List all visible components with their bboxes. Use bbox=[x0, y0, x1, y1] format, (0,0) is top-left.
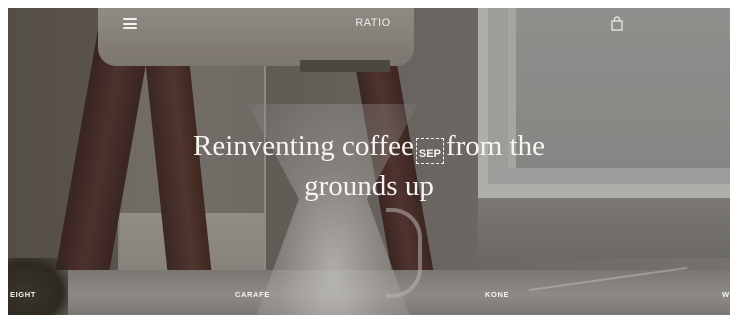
product-nav-item-kone[interactable]: KONE bbox=[485, 290, 509, 299]
shopping-bag-icon-graphic bbox=[611, 16, 623, 31]
product-navigation: EIGHT CARAFE KONE W bbox=[8, 287, 730, 303]
menu-icon-bar bbox=[123, 22, 137, 25]
hero-banner: RATIO Reinventing coffee SEP from the grou… bbox=[8, 8, 730, 315]
product-nav-item-carafe[interactable]: CARAFE bbox=[235, 290, 270, 299]
shopping-bag-icon[interactable] bbox=[611, 16, 623, 31]
hero-headline: Reinventing coffee SEP from the grounds up bbox=[128, 126, 610, 206]
hamburger-menu-icon[interactable] bbox=[123, 18, 137, 29]
brand-logo-link[interactable]: RATIO bbox=[348, 17, 398, 29]
menu-icon-bar bbox=[123, 27, 137, 29]
menu-icon-bar bbox=[123, 18, 137, 20]
hero-headline-part2: from the bbox=[445, 130, 545, 162]
sep-glyph-box: SEP bbox=[415, 138, 444, 164]
top-navigation-bar: RATIO bbox=[8, 8, 730, 40]
hero-headline-part1: Reinventing coffee bbox=[193, 130, 414, 162]
product-nav-item-w[interactable]: W bbox=[722, 290, 730, 299]
product-nav-item-eight[interactable]: EIGHT bbox=[10, 290, 36, 299]
hero-headline-line2: grounds up bbox=[304, 170, 434, 202]
